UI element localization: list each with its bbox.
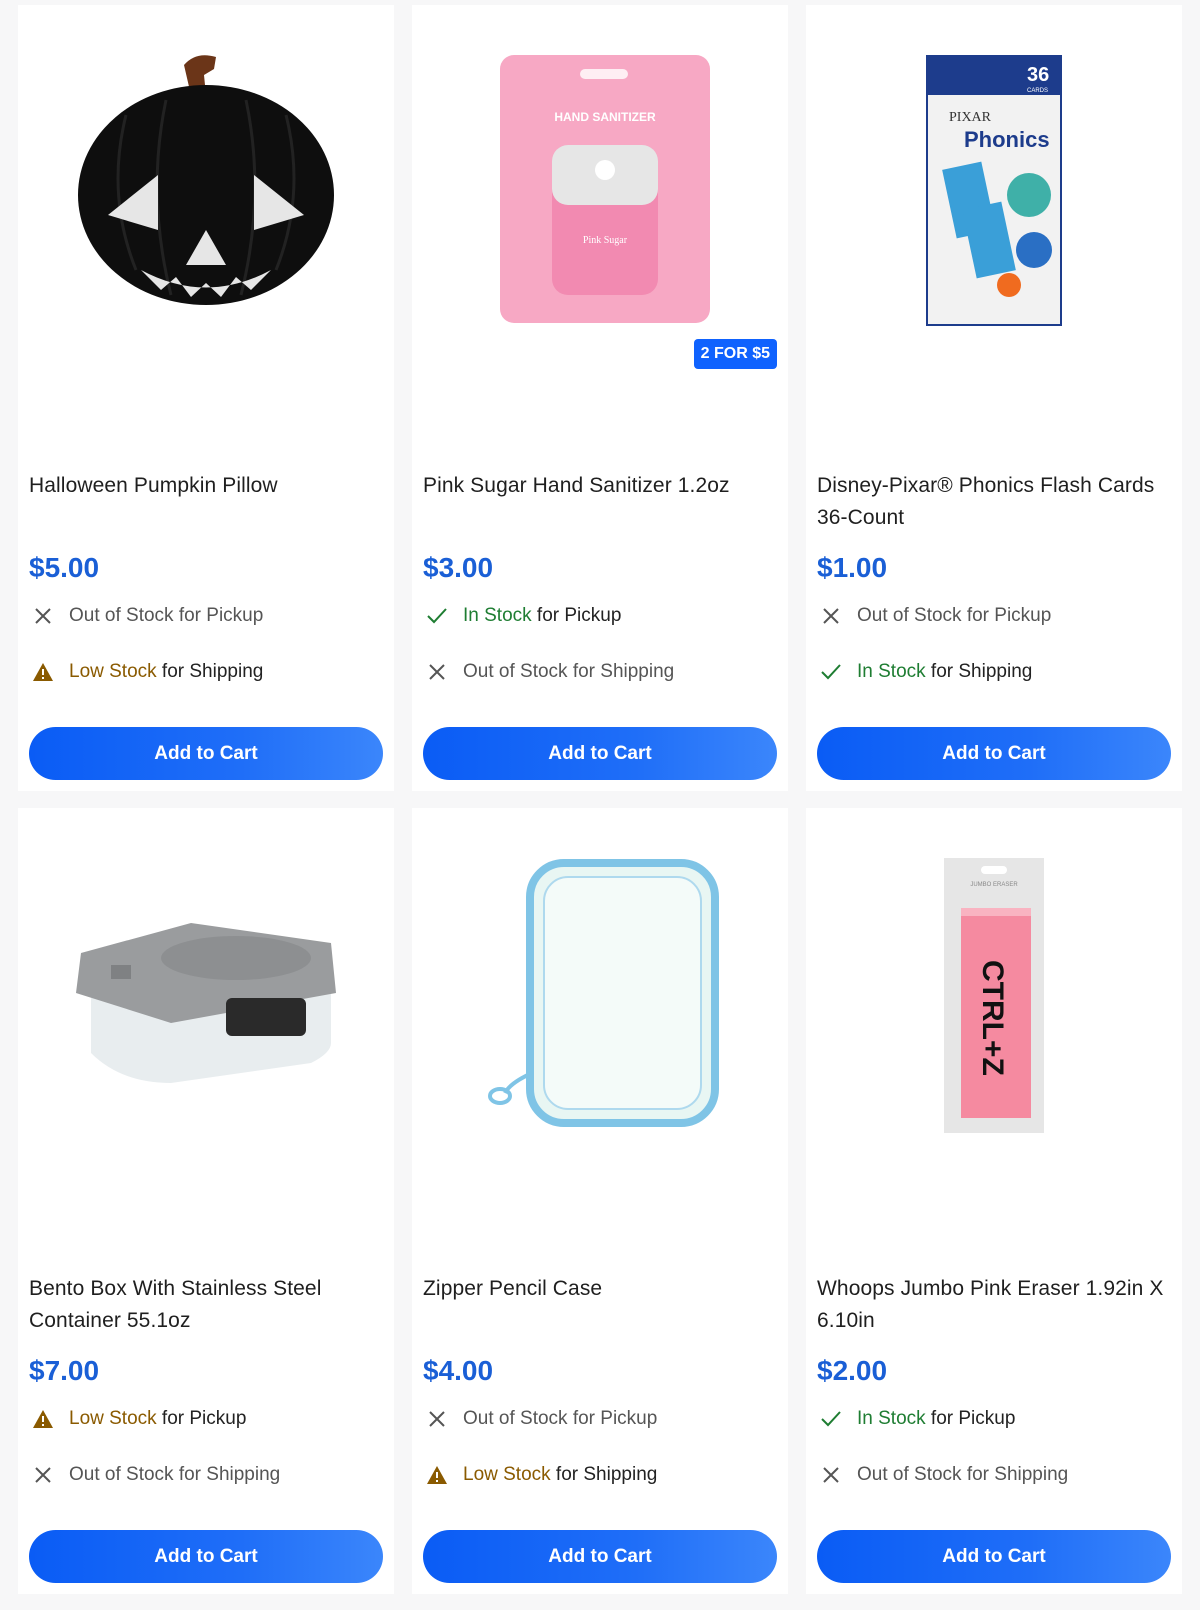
status-text: for Shipping — [550, 1464, 658, 1485]
status-text: for Shipping — [156, 661, 264, 682]
product-title[interactable]: Whoops Jumbo Pink Eraser 1.92in X 6.10in — [817, 1273, 1171, 1345]
x-icon — [425, 660, 449, 684]
check-icon — [425, 604, 449, 628]
shipping-status: Out of Stock for Shipping — [423, 658, 777, 686]
check-icon — [819, 1407, 843, 1431]
flash-cards-image[interactable]: 36 CARDS PIXAR Phonics — [919, 55, 1069, 335]
status-text: Out of Stock for Shipping — [69, 1464, 281, 1485]
product-image-area[interactable] — [423, 808, 777, 1273]
shipping-status: Out of Stock for Shipping — [29, 1461, 383, 1489]
x-icon — [425, 1407, 449, 1431]
product-card[interactable]: HAND SANITIZER Pink Sugar 2 FOR $5 Pink … — [412, 5, 788, 791]
status-text: for Shipping — [925, 661, 1033, 682]
status-text: Out of Stock for Pickup — [463, 1408, 658, 1429]
hand-sanitizer-image[interactable]: HAND SANITIZER Pink Sugar — [480, 55, 720, 355]
product-price: $5.00 — [29, 552, 100, 583]
product-card[interactable]: Zipper Pencil Case $4.00 Out of Stock fo… — [412, 808, 788, 1594]
product-image-area[interactable]: JUMBO ERASER CTRL+Z — [817, 808, 1171, 1273]
add-to-cart-button[interactable]: Add to Cart — [423, 727, 777, 780]
eraser-text: CTRL+Z — [976, 960, 1009, 1076]
cards-count-sub: CARDS — [1027, 88, 1048, 94]
x-icon — [819, 1463, 843, 1487]
status-text: for Pickup — [925, 1408, 1016, 1429]
pumpkin-pillow-image[interactable] — [66, 5, 346, 305]
warning-icon — [31, 1407, 55, 1431]
check-icon — [819, 660, 843, 684]
product-grid: Halloween Pumpkin Pillow $5.00 Out of St… — [18, 5, 1182, 1594]
pencil-case-image[interactable] — [470, 858, 730, 1138]
status-text: for Pickup — [156, 1408, 247, 1429]
status-highlight: In Stock — [463, 605, 532, 626]
x-icon — [31, 604, 55, 628]
promo-badge[interactable]: 2 FOR $5 — [693, 339, 777, 369]
product-price: $2.00 — [817, 1355, 888, 1386]
shipping-status: Out of Stock for Shipping — [817, 1461, 1171, 1489]
product-price: $4.00 — [423, 1355, 494, 1386]
product-title[interactable]: Halloween Pumpkin Pillow — [29, 470, 383, 542]
pickup-status: In Stock for Pickup — [817, 1405, 1171, 1433]
pickup-status: In Stock for Pickup — [423, 602, 777, 630]
pickup-status: Out of Stock for Pickup — [817, 602, 1171, 630]
add-to-cart-button[interactable]: Add to Cart — [817, 727, 1171, 780]
x-icon — [819, 604, 843, 628]
product-price: $3.00 — [423, 552, 494, 583]
pickup-status: Out of Stock for Pickup — [29, 602, 383, 630]
eraser-header: JUMBO ERASER — [970, 882, 1018, 888]
status-highlight: Low Stock — [69, 661, 157, 682]
product-price: $7.00 — [29, 1355, 100, 1386]
product-title[interactable]: Bento Box With Stainless Steel Container… — [29, 1273, 383, 1345]
cards-brand: PIXAR — [949, 110, 992, 125]
sanitizer-label: HAND SANITIZER — [554, 110, 656, 124]
shipping-status: In Stock for Shipping — [817, 658, 1171, 686]
cards-title: Phonics — [964, 127, 1050, 152]
shipping-status: Low Stock for Shipping — [423, 1461, 777, 1489]
product-title[interactable]: Zipper Pencil Case — [423, 1273, 777, 1345]
warning-icon — [31, 660, 55, 684]
shipping-status: Low Stock for Shipping — [29, 658, 383, 686]
product-title[interactable]: Disney-Pixar® Phonics Flash Cards 36-Cou… — [817, 470, 1171, 542]
add-to-cart-button[interactable]: Add to Cart — [29, 1530, 383, 1583]
status-highlight: In Stock — [857, 661, 926, 682]
product-card[interactable]: Bento Box With Stainless Steel Container… — [18, 808, 394, 1594]
status-highlight: Low Stock — [69, 1408, 157, 1429]
product-card[interactable]: Halloween Pumpkin Pillow $5.00 Out of St… — [18, 5, 394, 791]
cards-count: 36 — [1027, 64, 1049, 86]
status-highlight: Low Stock — [463, 1464, 551, 1485]
add-to-cart-button[interactable]: Add to Cart — [423, 1530, 777, 1583]
add-to-cart-button[interactable]: Add to Cart — [29, 727, 383, 780]
pickup-status: Out of Stock for Pickup — [423, 1405, 777, 1433]
x-icon — [31, 1463, 55, 1487]
status-text: for Pickup — [531, 605, 622, 626]
product-card[interactable]: JUMBO ERASER CTRL+Z Whoops Jumbo Pink Er… — [806, 808, 1182, 1594]
add-to-cart-button[interactable]: Add to Cart — [817, 1530, 1171, 1583]
sanitizer-brand: Pink Sugar — [583, 235, 628, 246]
product-image-area[interactable]: HAND SANITIZER Pink Sugar 2 FOR $5 — [423, 5, 777, 470]
jumbo-eraser-image[interactable]: JUMBO ERASER CTRL+Z — [939, 858, 1049, 1138]
status-highlight: In Stock — [857, 1408, 926, 1429]
bento-box-image[interactable] — [61, 903, 351, 1103]
product-image-area[interactable] — [29, 5, 383, 470]
product-title[interactable]: Pink Sugar Hand Sanitizer 1.2oz — [423, 470, 777, 542]
product-price: $1.00 — [817, 552, 888, 583]
status-text: Out of Stock for Pickup — [857, 605, 1052, 626]
product-image-area[interactable]: 36 CARDS PIXAR Phonics — [817, 5, 1171, 470]
product-image-area[interactable] — [29, 808, 383, 1273]
status-text: Out of Stock for Pickup — [69, 605, 264, 626]
warning-icon — [425, 1463, 449, 1487]
product-card[interactable]: 36 CARDS PIXAR Phonics Disney-Pixar® Pho… — [806, 5, 1182, 791]
pickup-status: Low Stock for Pickup — [29, 1405, 383, 1433]
status-text: Out of Stock for Shipping — [463, 661, 675, 682]
status-text: Out of Stock for Shipping — [857, 1464, 1069, 1485]
